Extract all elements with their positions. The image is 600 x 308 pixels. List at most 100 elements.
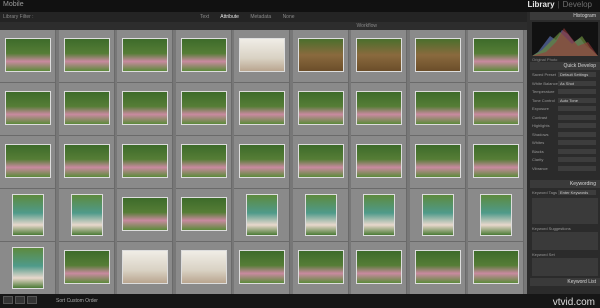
quick-develop-value[interactable] xyxy=(558,157,596,162)
module-library[interactable]: Library xyxy=(527,0,554,9)
thumbnail-cell[interactable] xyxy=(351,30,407,83)
thumbnail-image xyxy=(180,250,227,284)
thumbnail-cell[interactable] xyxy=(292,83,349,136)
quick-develop-value[interactable] xyxy=(558,148,596,154)
thumbnail-image xyxy=(122,91,168,125)
thumbnail-image xyxy=(239,250,285,284)
thumbnail-cell[interactable] xyxy=(175,136,232,189)
compare-view-icon[interactable] xyxy=(27,296,37,304)
thumbnail-cell[interactable] xyxy=(351,242,407,294)
histogram xyxy=(532,22,598,56)
thumbnail-cell[interactable] xyxy=(292,242,349,294)
thumbnail-cell[interactable] xyxy=(175,242,232,294)
thumbnail-cell[interactable] xyxy=(468,189,524,242)
thumbnail-cell[interactable] xyxy=(58,30,115,83)
thumbnail-cell[interactable] xyxy=(117,83,173,136)
thumbnail-cell[interactable] xyxy=(234,83,290,136)
thumbnail-cell[interactable] xyxy=(409,189,466,242)
thumbnail-cell[interactable] xyxy=(468,242,524,294)
filter-tab-text[interactable]: Text xyxy=(200,14,209,20)
quick-develop-value[interactable]: Default Settings xyxy=(558,72,596,77)
thumbnail-cell[interactable] xyxy=(468,136,524,189)
sort-select[interactable]: Custom Order xyxy=(67,298,98,304)
thumbnail-cell[interactable] xyxy=(292,136,349,189)
keywording-header[interactable]: Keywording xyxy=(530,180,600,188)
quick-develop-value[interactable] xyxy=(558,123,596,128)
quick-develop-value[interactable] xyxy=(558,106,596,111)
histogram-header[interactable]: Histogram xyxy=(530,12,600,20)
thumbnail-cell[interactable] xyxy=(234,136,290,189)
thumbnail-cell[interactable] xyxy=(409,83,466,136)
filter-tab-metadata[interactable]: Metadata xyxy=(250,14,271,20)
thumbnail-cell[interactable] xyxy=(0,242,56,294)
quick-develop-label: Contrast xyxy=(532,114,548,120)
thumbnail-image xyxy=(122,38,168,72)
thumbnail-cell[interactable] xyxy=(0,189,56,242)
thumbnail-cell[interactable] xyxy=(0,83,56,136)
thumbnail-cell[interactable] xyxy=(234,30,290,83)
thumbnail-cell[interactable] xyxy=(351,83,407,136)
watermark: vtvid.com xyxy=(552,297,595,308)
filter-tab-none[interactable]: None xyxy=(283,14,295,20)
thumbnail-cell[interactable] xyxy=(58,242,115,294)
thumbnail-cell[interactable] xyxy=(351,189,407,242)
top-bar: Mobile Library | Develop xyxy=(0,0,600,12)
keyword-tags-label: Keyword Tags xyxy=(532,190,558,195)
keyword-suggestions-box[interactable] xyxy=(532,232,598,250)
quick-develop-value[interactable] xyxy=(558,114,596,120)
thumbnail-cell[interactable] xyxy=(0,136,56,189)
thumbnail-image xyxy=(480,194,512,236)
grid-view-icon[interactable] xyxy=(3,296,13,304)
thumbnail-cell[interactable] xyxy=(117,30,173,83)
thumbnail-image xyxy=(63,91,110,125)
thumbnail-cell[interactable] xyxy=(468,30,524,83)
loupe-view-icon[interactable] xyxy=(15,296,25,304)
thumbnail-cell[interactable] xyxy=(58,83,115,136)
thumbnail-cell[interactable] xyxy=(117,189,173,242)
thumbnail-cell[interactable] xyxy=(292,189,349,242)
toolbar: Sort Custom Order xyxy=(0,294,600,308)
toolbar-view-buttons xyxy=(3,296,39,304)
quick-develop-value[interactable]: As Shot xyxy=(558,80,596,86)
quick-develop-value[interactable] xyxy=(558,165,596,171)
thumbnail-cell[interactable] xyxy=(292,30,349,83)
keyword-text-area[interactable] xyxy=(532,198,598,224)
keyword-tags-select[interactable]: Enter Keywords xyxy=(558,190,596,195)
sort-control: Sort Custom Order xyxy=(56,298,98,304)
thumbnail-cell[interactable] xyxy=(409,242,466,294)
filter-tab-attribute[interactable]: Attribute xyxy=(220,14,239,20)
thumbnail-cell[interactable] xyxy=(117,242,173,294)
thumbnail-cell[interactable] xyxy=(175,83,232,136)
quick-develop-value[interactable] xyxy=(558,89,596,94)
thumbnail-cell[interactable] xyxy=(468,83,524,136)
thumbnail-image xyxy=(356,38,402,72)
thumbnail-image xyxy=(122,250,168,284)
thumbnail-cell[interactable] xyxy=(409,30,466,83)
quick-develop-header[interactable]: Quick Develop xyxy=(530,62,600,70)
thumbnail-cell[interactable] xyxy=(58,189,115,242)
thumbnail-image xyxy=(363,194,395,236)
thumbnail-image xyxy=(180,38,227,72)
thumbnail-cell[interactable] xyxy=(117,136,173,189)
thumbnail-image xyxy=(414,250,461,284)
thumbnail-cell[interactable] xyxy=(234,242,290,294)
thumbnail-image xyxy=(356,91,402,125)
quick-develop-value[interactable] xyxy=(558,131,596,137)
quick-develop-label: Exposure xyxy=(532,106,549,111)
thumbnail-cell[interactable] xyxy=(175,189,232,242)
thumbnail-cell[interactable] xyxy=(234,189,290,242)
thumbnail-cell[interactable] xyxy=(409,136,466,189)
keyword-set-box[interactable] xyxy=(532,258,598,276)
module-develop[interactable]: Develop xyxy=(563,0,592,9)
thumbnail-cell[interactable] xyxy=(58,136,115,189)
thumbnail-cell[interactable] xyxy=(0,30,56,83)
quick-develop-value[interactable] xyxy=(558,140,596,145)
attribute-workflow[interactable]: Workflow xyxy=(357,23,377,29)
module-picker: Library | Develop xyxy=(527,0,592,9)
keyword-list-header[interactable]: Keyword List xyxy=(530,278,600,286)
thumbnail-image xyxy=(297,144,344,178)
thumbnail-cell[interactable] xyxy=(351,136,407,189)
attribute-bar: Workflow xyxy=(0,22,527,30)
thumbnail-cell[interactable] xyxy=(175,30,232,83)
quick-develop-value[interactable]: Auto Tone xyxy=(558,97,596,103)
